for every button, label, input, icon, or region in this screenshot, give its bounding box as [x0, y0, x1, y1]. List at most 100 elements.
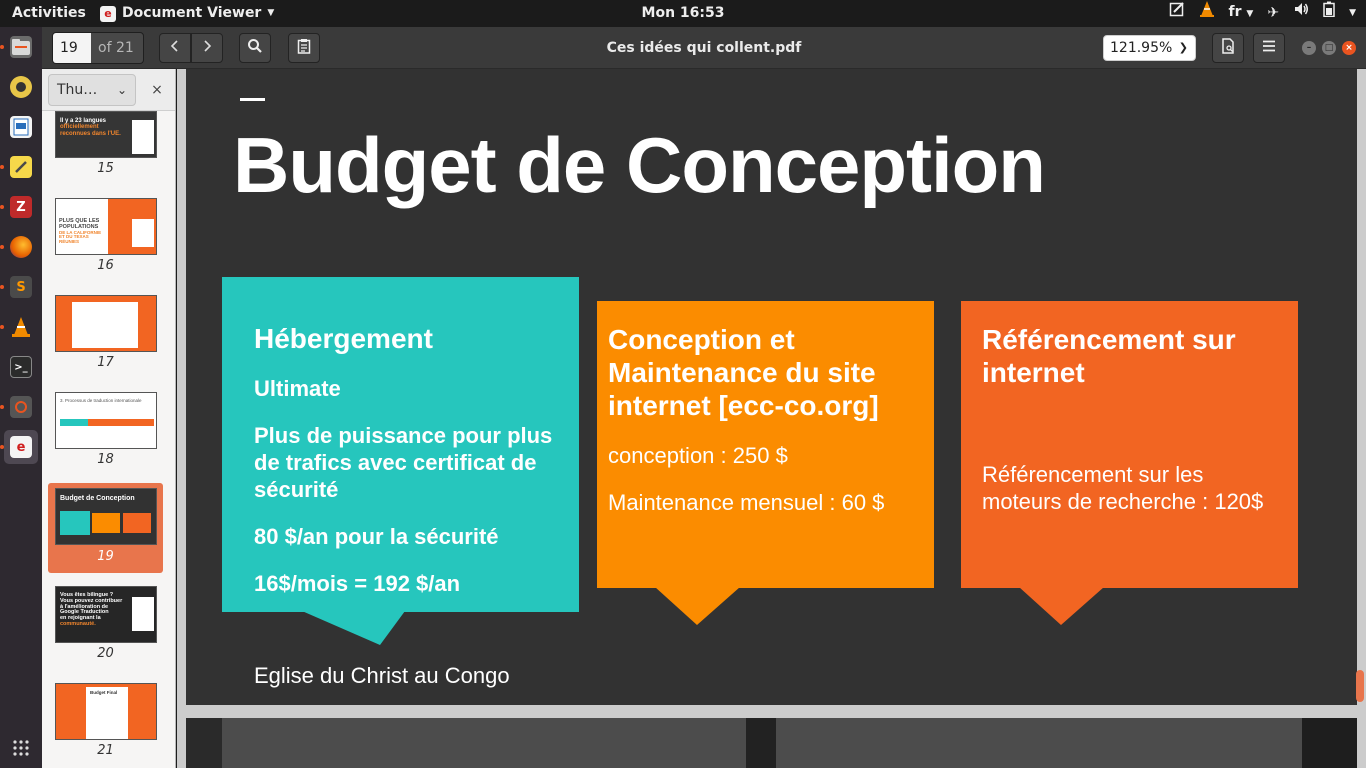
- airplane-mode-icon[interactable]: ✈: [1267, 0, 1279, 27]
- pdf-page-20-preview: [186, 718, 1357, 768]
- app-grid-icon: [10, 737, 32, 759]
- chevron-down-icon: ⌄: [116, 83, 127, 97]
- battery-icon[interactable]: [1323, 0, 1335, 27]
- system-top-bar: Activities e Document Viewer ▼ Mon 16:53…: [0, 0, 1366, 27]
- thumbnail-text: ET DU TEXAS RÉUNIES: [59, 234, 89, 244]
- chevron-left-icon: [170, 39, 180, 57]
- page-number-input[interactable]: 19: [53, 33, 91, 63]
- application-dock: Z S >_ e: [0, 27, 42, 768]
- vlc-tray-icon[interactable]: [1199, 0, 1215, 28]
- dock-files[interactable]: [4, 30, 38, 64]
- thumbnail-page-number: 15: [97, 161, 114, 176]
- clock[interactable]: Mon 16:53: [642, 5, 725, 21]
- thumbnail-card: [132, 120, 154, 154]
- rhythmbox-icon: [10, 76, 32, 98]
- dock-document-viewer[interactable]: e: [4, 430, 38, 464]
- thumbnail-image: Budget de Conception: [55, 488, 157, 545]
- document-view[interactable]: Budget de Conception Hébergement Ultimat…: [177, 69, 1366, 768]
- card-referencement: Référencement sur internet Référencement…: [961, 301, 1298, 588]
- document-scrollbar-thumb[interactable]: [1356, 670, 1364, 702]
- thumbnail-card: [72, 302, 138, 348]
- thumbnail-page-18[interactable]: 3. Processus de traduction international…: [48, 391, 163, 469]
- thumbnail-page-16[interactable]: PLUS QUE LES POPULATIONS DE LA CALIFORNI…: [48, 197, 163, 275]
- thumbnail-page-number: 16: [97, 258, 114, 273]
- card-line: Plus de puissance pour plus de trafics a…: [254, 423, 553, 502]
- main-menu-button[interactable]: [1253, 33, 1285, 63]
- slide-footer: Eglise du Christ au Congo: [254, 663, 510, 688]
- thumbnail-page-17[interactable]: 17: [48, 294, 163, 372]
- input-language-indicator[interactable]: fr ▼: [1229, 0, 1254, 28]
- dock-terminal[interactable]: >_: [4, 350, 38, 384]
- view-mode-button[interactable]: [1212, 33, 1244, 63]
- dock-text-editor[interactable]: [4, 150, 38, 184]
- card-conception: Conception et Maintenance du site intern…: [597, 301, 934, 588]
- show-applications-button[interactable]: [4, 731, 38, 765]
- title-accent-dash: [240, 98, 265, 101]
- document-viewer-icon: e: [10, 436, 32, 458]
- card-conception-pointer: [655, 587, 740, 625]
- dock-screenshot[interactable]: [4, 390, 38, 424]
- thumbnail-text: reconnues dans l'UE.: [60, 130, 121, 137]
- filezilla-icon: Z: [10, 196, 32, 218]
- card-line: 16$/mois = 192 $/an: [254, 571, 461, 596]
- document-view-icon: [1221, 38, 1235, 58]
- sidebar-view-label: Thu…: [57, 82, 98, 98]
- system-menu-chevron-icon[interactable]: ▼: [1349, 0, 1356, 27]
- close-sidebar-button[interactable]: ×: [146, 79, 168, 101]
- thumbnail-page-number: 20: [97, 646, 114, 661]
- find-button[interactable]: [239, 33, 271, 63]
- card-hebergement-pointer: [302, 611, 405, 645]
- dock-vlc[interactable]: [4, 310, 38, 344]
- maximize-window-button[interactable]: □: [1322, 41, 1336, 55]
- zoom-selector[interactable]: 121.95% ❯: [1103, 35, 1196, 61]
- minimize-window-button[interactable]: –: [1302, 41, 1316, 55]
- notes-icon[interactable]: [1169, 0, 1185, 27]
- page-selector[interactable]: 19 of 21: [52, 32, 144, 64]
- thumbnail-page-21[interactable]: Budget Final 21: [48, 682, 163, 760]
- thumbnail-image: Vous êtes bilingue ? Vous pouvez contrib…: [55, 586, 157, 643]
- card-hebergement: Hébergement Ultimate Plus de puissance p…: [222, 277, 579, 612]
- thumbnail-page-15[interactable]: Il y a 23 langues officiellement reconnu…: [48, 111, 163, 181]
- card-referencement-pointer: [1019, 587, 1104, 625]
- sublime-text-icon: S: [10, 276, 32, 298]
- dock-sublime-text[interactable]: S: [4, 270, 38, 304]
- thumbnail-page-20[interactable]: Vous êtes bilingue ? Vous pouvez contrib…: [48, 585, 163, 663]
- annotations-button[interactable]: [288, 33, 320, 63]
- sidebar-view-selector[interactable]: Thu… ⌄: [48, 74, 136, 106]
- app-menu-label: Document Viewer: [122, 5, 262, 21]
- thumbnail-bar: [88, 419, 154, 426]
- thumbnail-page-number: 18: [97, 452, 114, 467]
- system-tray: fr ▼ ✈ ▼: [1169, 0, 1356, 27]
- card-heading: Conception et Maintenance du site intern…: [608, 324, 879, 421]
- thumbnail-card: [132, 597, 154, 631]
- thumbnails-sidebar: Thu… ⌄ × Il y a 23 langues officiellemen…: [42, 69, 176, 768]
- next-page-button[interactable]: [191, 33, 223, 63]
- thumbnail-card-red: [123, 513, 151, 533]
- dock-filezilla[interactable]: Z: [4, 190, 38, 224]
- activities-button[interactable]: Activities: [12, 0, 86, 27]
- volume-icon[interactable]: [1293, 0, 1309, 27]
- minimize-icon: –: [1306, 43, 1312, 53]
- card-line: Maintenance mensuel : 60 $: [608, 490, 885, 515]
- thumbnail-image: Il y a 23 langues officiellement reconnu…: [55, 111, 157, 158]
- terminal-icon: >_: [10, 356, 32, 378]
- card-line: 80 $/an pour la sécurité: [254, 524, 499, 549]
- thumbnail-page-19[interactable]: Budget de Conception 19: [48, 483, 163, 573]
- document-viewer-icon: e: [100, 5, 116, 22]
- close-window-button[interactable]: ×: [1342, 41, 1356, 55]
- previous-page-button[interactable]: [159, 33, 191, 63]
- screenshot-icon: [10, 396, 32, 418]
- chevron-down-icon: ▼: [1246, 9, 1254, 19]
- thumbnail-bar: [60, 419, 88, 426]
- app-menu[interactable]: e Document Viewer ▼: [100, 0, 274, 27]
- close-icon: ×: [151, 82, 163, 98]
- dock-writer[interactable]: [4, 110, 38, 144]
- thumbnail-page-number: 21: [97, 743, 114, 758]
- zoom-level: 121.95%: [1110, 40, 1173, 56]
- thumbnail-text: Budget Final: [90, 690, 118, 695]
- card-line: conception : 250 $: [608, 443, 788, 468]
- dock-rhythmbox[interactable]: [4, 70, 38, 104]
- close-icon: ×: [1345, 43, 1353, 53]
- clipboard-icon: [297, 38, 311, 58]
- dock-firefox[interactable]: [4, 230, 38, 264]
